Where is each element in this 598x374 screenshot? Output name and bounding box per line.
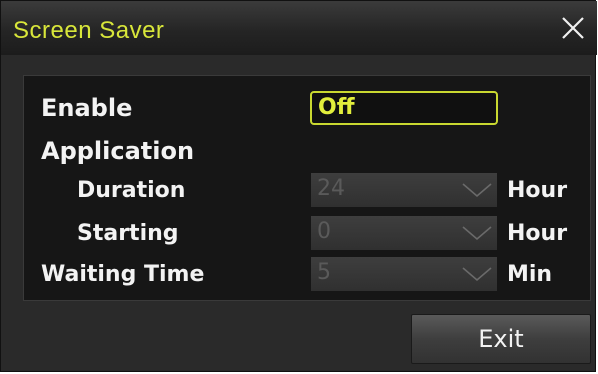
chevron-down-icon xyxy=(462,267,492,282)
close-icon[interactable] xyxy=(558,13,588,43)
starting-value: 0 xyxy=(317,219,331,244)
dialog-title: Screen Saver xyxy=(13,17,165,44)
waiting-time-unit: Min xyxy=(507,262,553,287)
enable-value: Off xyxy=(318,95,355,120)
waiting-time-select: 5 xyxy=(311,257,497,291)
waiting-time-value: 5 xyxy=(317,260,331,285)
starting-unit: Hour xyxy=(507,221,568,246)
duration-value: 24 xyxy=(317,176,345,201)
duration-unit: Hour xyxy=(507,178,568,203)
title-bar: Screen Saver xyxy=(1,1,597,55)
starting-label: Starting xyxy=(77,221,179,246)
duration-select: 24 xyxy=(311,173,497,207)
duration-label: Duration xyxy=(77,178,186,203)
application-label: Application xyxy=(41,137,195,165)
enable-label: Enable xyxy=(41,94,133,122)
enable-select[interactable]: Off xyxy=(310,91,498,125)
starting-select: 0 xyxy=(311,216,497,250)
exit-button[interactable]: Exit xyxy=(411,314,591,364)
chevron-down-icon xyxy=(462,183,492,198)
chevron-down-icon xyxy=(462,226,492,241)
waiting-time-label: Waiting Time xyxy=(41,262,205,287)
screen-saver-dialog: Screen Saver Enable Off Application Dura… xyxy=(0,0,597,372)
